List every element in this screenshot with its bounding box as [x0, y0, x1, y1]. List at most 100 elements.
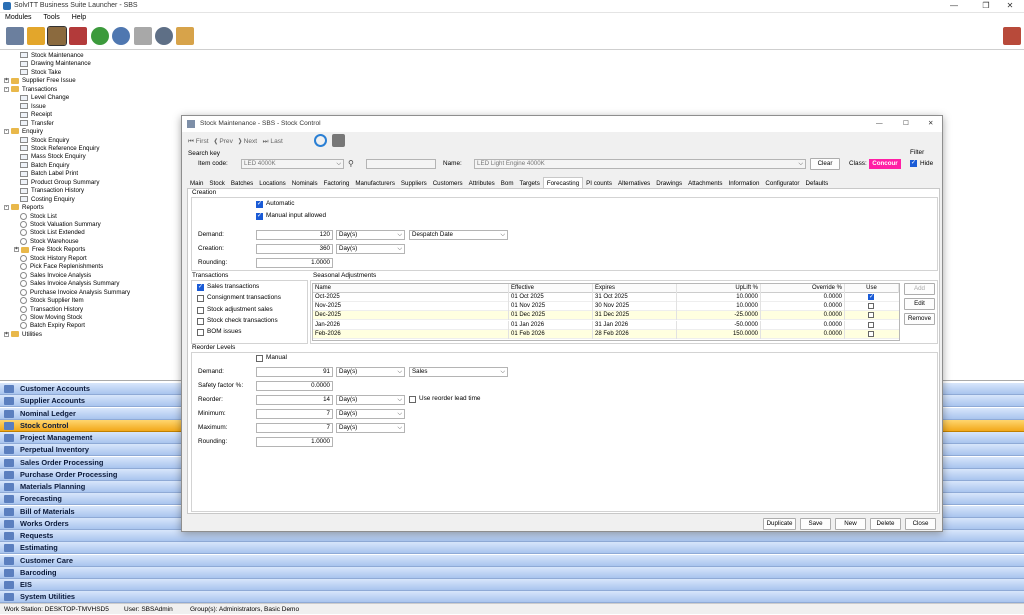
demand-basis-dropdown[interactable]: Despatch Date ⌵: [409, 230, 508, 240]
tree-node[interactable]: + Free Stock Reports: [14, 246, 85, 255]
prev-button[interactable]: ❮ Prev: [214, 138, 233, 145]
tree-node[interactable]: Product Group Summary: [20, 179, 99, 188]
tree-node[interactable]: Stock Valuation Summary: [20, 221, 101, 230]
tree-node[interactable]: Batch Enquiry: [20, 162, 70, 171]
transaction-checkbox[interactable]: [197, 283, 204, 291]
safety-factor-input[interactable]: 0.0000: [256, 381, 333, 391]
tree-node[interactable]: Costing Enquiry: [20, 196, 75, 205]
tree-node[interactable]: Stock List: [20, 212, 57, 222]
reorder-unit-dropdown[interactable]: Day(s) ⌵: [336, 395, 405, 405]
print-icon[interactable]: [332, 134, 345, 147]
remove-button[interactable]: Remove: [904, 313, 935, 325]
tree-node[interactable]: Drawing Maintenance: [20, 60, 91, 69]
dialog-maximize-icon[interactable]: ☐: [903, 116, 909, 132]
reorder-demand-input[interactable]: 91: [256, 367, 333, 377]
tree-node[interactable]: Purchase Invoice Analysis Summary: [20, 288, 130, 298]
reorder-demand-unit-dropdown[interactable]: Day(s) ⌵: [336, 367, 405, 377]
nav-item[interactable]: EIS: [0, 579, 1024, 592]
nav-item[interactable]: System Utilities: [0, 591, 1024, 604]
tree-node[interactable]: Pick Face Replenishments: [20, 263, 103, 272]
expand-toggle-icon[interactable]: +: [4, 78, 9, 84]
tree-node[interactable]: - Reports: [4, 204, 44, 213]
tree-node[interactable]: + Utilities: [4, 331, 42, 340]
tree-node[interactable]: Stock History Report: [20, 254, 87, 264]
minimum-unit-dropdown[interactable]: Day(s) ⌵: [336, 409, 405, 419]
tree-node[interactable]: Stock Maintenance: [20, 52, 84, 61]
use-checkbox[interactable]: [868, 330, 874, 337]
grid-tool-icon[interactable]: [6, 27, 24, 45]
table-row[interactable]: Feb-2026 01 Feb 2026 28 Feb 2026 150.0000 0.…: [313, 329, 899, 339]
col-effective[interactable]: Effective: [509, 284, 593, 293]
close-button[interactable]: Close: [905, 518, 936, 530]
automatic-checkbox[interactable]: [256, 200, 263, 208]
tree-node[interactable]: Stock Take: [20, 69, 61, 78]
use-checkbox[interactable]: [868, 321, 874, 328]
support-tool-icon[interactable]: [155, 27, 173, 45]
list-tool-icon[interactable]: [27, 27, 45, 45]
tree-node[interactable]: Batch Expiry Report: [20, 322, 85, 331]
use-checkbox[interactable]: [868, 303, 874, 310]
tree-node[interactable]: Transaction History: [20, 305, 83, 315]
clear-button[interactable]: Clear: [810, 158, 840, 170]
expand-toggle-icon[interactable]: -: [4, 86, 9, 92]
reorder-basis-dropdown[interactable]: Sales ⌵: [409, 367, 508, 377]
tree-node[interactable]: Stock List Extended: [20, 229, 85, 238]
tree-node[interactable]: Transaction History: [20, 187, 84, 196]
expand-toggle-icon[interactable]: +: [4, 331, 9, 337]
minimum-input[interactable]: 7: [256, 409, 333, 419]
new-button[interactable]: New: [835, 518, 866, 530]
tree-node[interactable]: Receipt: [20, 111, 52, 120]
table-row[interactable]: Jan-2026 01 Jan 2026 31 Jan 2026 -50.0000 0.…: [313, 320, 899, 330]
minimize-icon[interactable]: —: [940, 0, 968, 12]
transaction-checkbox[interactable]: [197, 329, 204, 337]
tree-node[interactable]: - Transactions: [4, 86, 57, 95]
expand-toggle-icon[interactable]: -: [4, 128, 9, 134]
col-expires[interactable]: Expires: [593, 284, 677, 293]
creation-rounding-input[interactable]: 1.0000: [256, 258, 333, 268]
save-button[interactable]: Save: [800, 518, 831, 530]
first-button[interactable]: ⏮ First: [188, 138, 209, 145]
lead-time-checkbox[interactable]: [409, 396, 416, 403]
menu-modules[interactable]: Modules: [0, 13, 36, 22]
nav-item[interactable]: Customer Care: [0, 554, 1024, 567]
duplicate-button[interactable]: Duplicate: [763, 518, 796, 530]
tree-node[interactable]: Stock Reference Enquiry: [20, 145, 99, 154]
maximum-input[interactable]: 7: [256, 423, 333, 433]
reorder-input[interactable]: 14: [256, 395, 333, 405]
tree-node[interactable]: Stock Warehouse: [20, 237, 79, 247]
table-row[interactable]: Dec-2025 01 Dec 2025 31 Dec 2025 -25.0000 0.…: [313, 311, 899, 321]
reorder-rounding-input[interactable]: 1.0000: [256, 437, 333, 447]
stack-tool-icon[interactable]: [176, 27, 194, 45]
hide-checkbox[interactable]: [910, 159, 917, 167]
creation-input[interactable]: 360: [256, 244, 333, 254]
dialog-minimize-icon[interactable]: —: [876, 116, 883, 132]
next-button[interactable]: ❯ Next: [238, 138, 257, 145]
last-button[interactable]: ⏭ Last: [263, 138, 283, 145]
search-tool-icon[interactable]: [91, 27, 109, 45]
globe-tool-icon[interactable]: [112, 27, 130, 45]
search-icon[interactable]: ⚲: [348, 159, 354, 168]
tree-node[interactable]: + Supplier Free Issue: [4, 77, 76, 86]
item-code-dropdown[interactable]: LED 4000K ⌵: [241, 159, 344, 169]
refresh-icon[interactable]: [314, 134, 327, 147]
maximum-unit-dropdown[interactable]: Day(s) ⌵: [336, 423, 405, 433]
transaction-checkbox[interactable]: [197, 306, 204, 314]
nav-item[interactable]: Barcoding: [0, 566, 1024, 579]
tree-node[interactable]: Sales Invoice Analysis: [20, 271, 91, 281]
tree-node[interactable]: Stock Supplier Item: [20, 297, 84, 306]
transaction-checkbox[interactable]: [197, 317, 204, 325]
menu-tools[interactable]: Tools: [38, 13, 64, 22]
creation-demand-input[interactable]: 120: [256, 230, 333, 240]
use-checkbox[interactable]: [868, 312, 874, 319]
col-use[interactable]: Use: [845, 284, 899, 293]
creation-demand-unit-dropdown[interactable]: Day(s) ⌵: [336, 230, 405, 240]
item-search-input[interactable]: [366, 159, 436, 169]
delete-button[interactable]: Delete: [870, 518, 901, 530]
tree-node[interactable]: Sales Invoice Analysis Summary: [20, 280, 119, 289]
name-dropdown[interactable]: LED Light Engine 4000K ⌵: [474, 159, 806, 169]
clipboard-tool-icon[interactable]: [134, 27, 152, 45]
tree-node[interactable]: Slow Moving Stock: [20, 313, 82, 323]
table-row[interactable]: Nov-2025 01 Nov 2025 30 Nov 2025 10.0000 0.0…: [313, 302, 899, 312]
transaction-checkbox[interactable]: [197, 295, 204, 303]
tree-node[interactable]: Issue: [20, 103, 46, 112]
